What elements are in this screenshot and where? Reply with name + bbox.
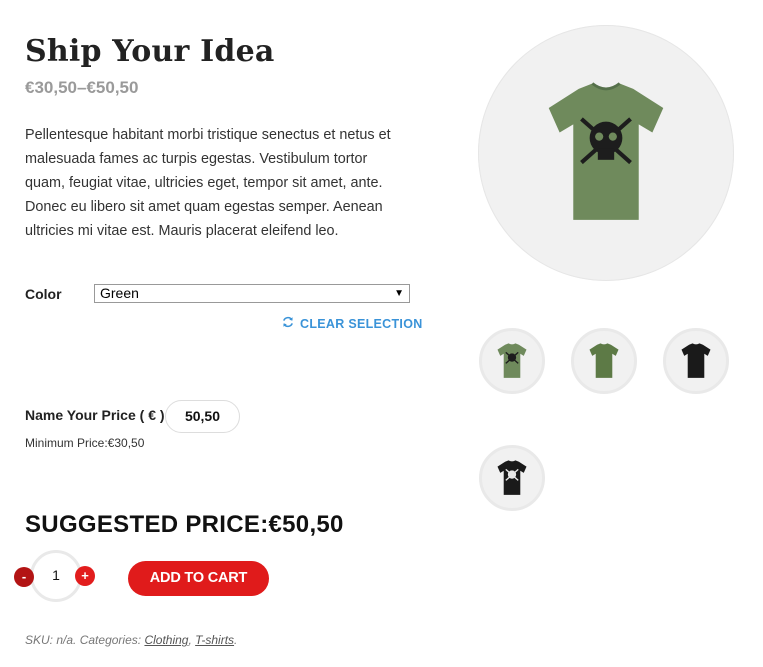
product-title: Ship Your Idea: [25, 34, 275, 69]
quantity-decrease-button[interactable]: -: [14, 567, 34, 587]
color-select-value: Green: [100, 285, 139, 301]
product-description: Pellentesque habitant morbi tristique se…: [25, 127, 391, 239]
name-your-price-input[interactable]: 50,50: [165, 400, 240, 433]
refresh-icon: [282, 316, 294, 331]
thumbnail-green-plain[interactable]: [571, 328, 637, 394]
color-label: Color: [25, 286, 62, 302]
price-range: €30,50–€50,50: [25, 78, 139, 97]
product-meta: SKU: n/a. Categories: Clothing, T-shirts…: [25, 633, 238, 647]
sku-label: SKU:: [25, 633, 54, 647]
clear-selection-label: CLEAR SELECTION: [300, 316, 423, 331]
thumbnail-green-skull[interactable]: [479, 328, 545, 394]
name-your-price-label: Name Your Price ( € ): [25, 407, 165, 423]
quantity-increase-button[interactable]: +: [75, 566, 95, 586]
tshirt-thumbnail: [497, 460, 527, 495]
suggested-price: SUGGESTED PRICE:€50,50: [25, 511, 344, 538]
sku-value: n/a.: [56, 633, 77, 647]
dropdown-arrow-icon: ▼: [394, 288, 404, 299]
main-product-image[interactable]: [478, 25, 734, 281]
tshirt-thumbnail: [589, 343, 619, 378]
category-link-tshirts[interactable]: T-shirts: [195, 633, 234, 647]
thumbnail-black-plain[interactable]: [663, 328, 729, 394]
tshirt-thumbnail: [681, 343, 711, 378]
thumbnail-black-skull[interactable]: [479, 445, 545, 511]
categories-label: Categories:: [79, 633, 142, 647]
tshirt-image: [548, 82, 664, 220]
category-link-clothing[interactable]: Clothing: [144, 633, 188, 647]
minimum-price: Minimum Price:€30,50: [25, 436, 145, 450]
tshirt-thumbnail: [497, 343, 527, 378]
clear-selection-link[interactable]: CLEAR SELECTION: [282, 316, 423, 331]
color-select[interactable]: Green ▼: [94, 284, 410, 303]
add-to-cart-button[interactable]: ADD TO CART: [128, 561, 269, 596]
